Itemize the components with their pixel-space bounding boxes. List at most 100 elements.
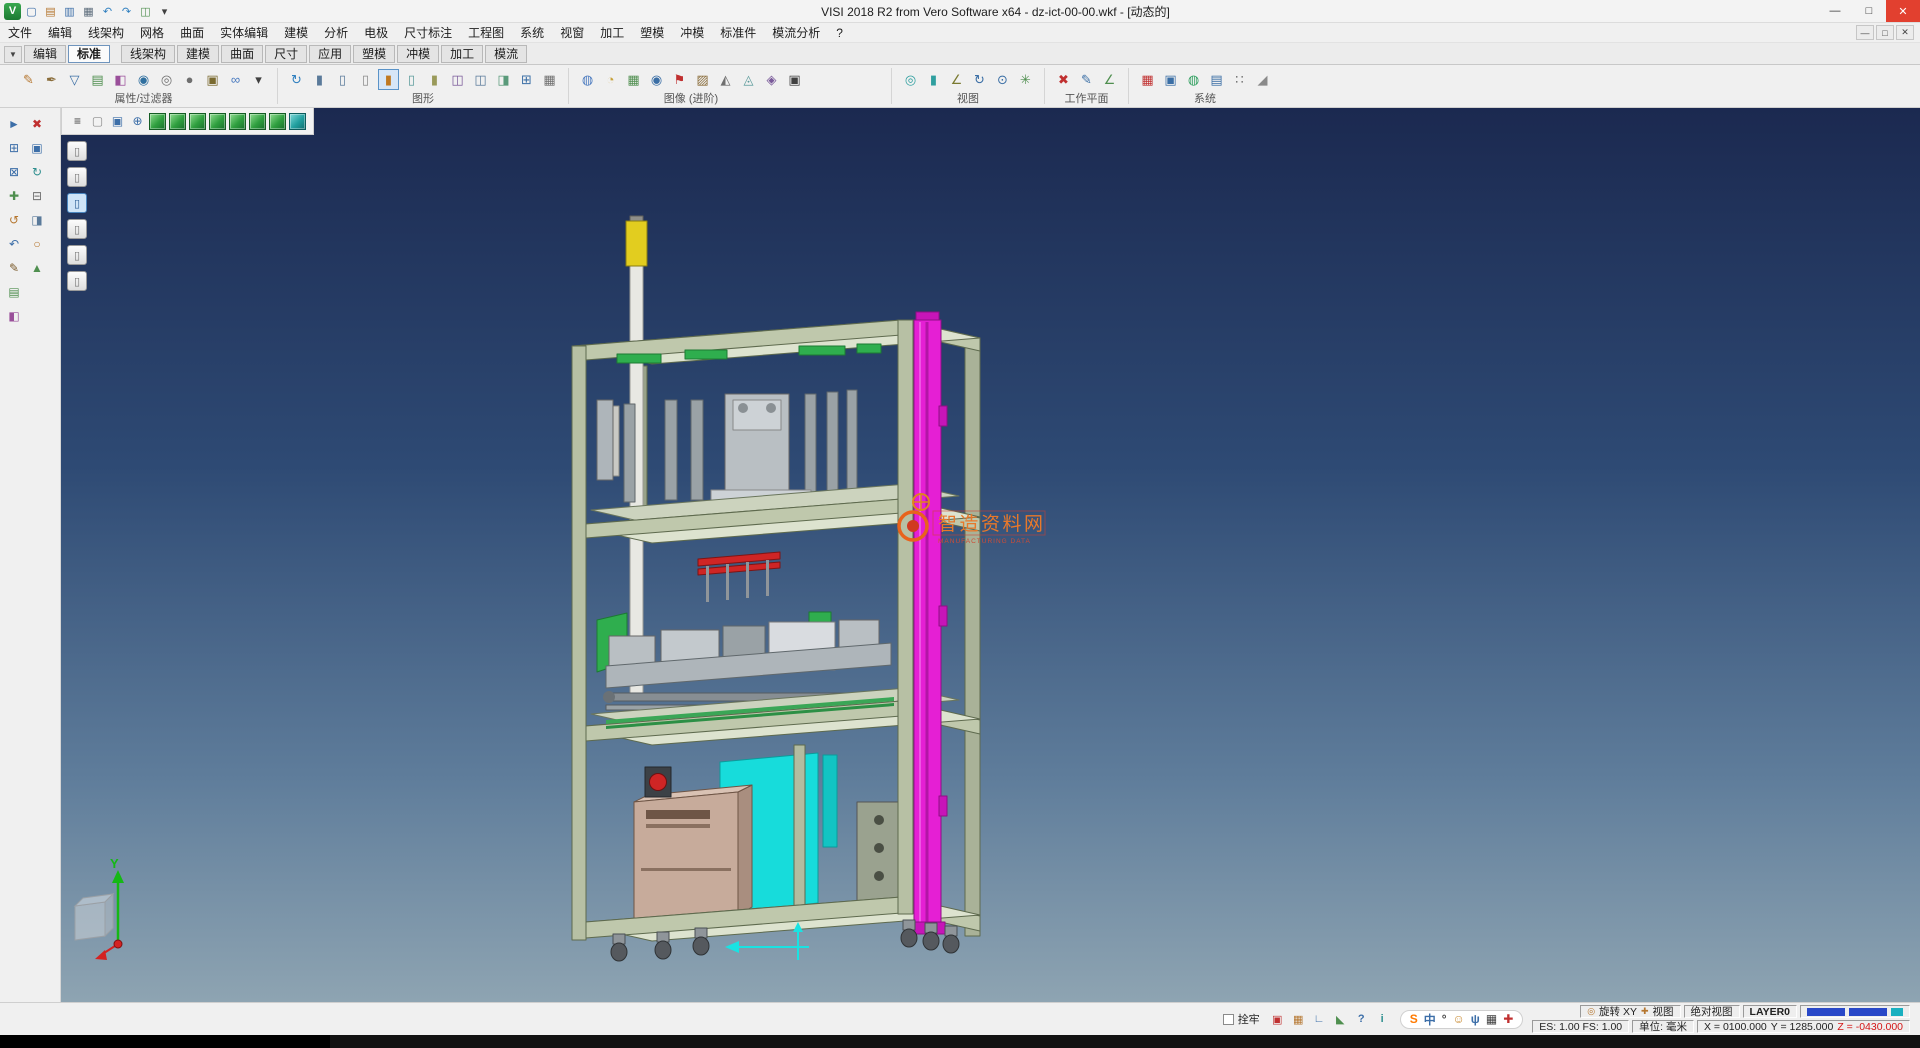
- layers-panel-icon[interactable]: ▤: [5, 283, 23, 301]
- new-window-icon[interactable]: ⊞: [516, 69, 537, 90]
- filter-icon[interactable]: ▽: [64, 69, 85, 90]
- ime-mic-icon[interactable]: ψ: [1471, 1012, 1480, 1026]
- view-cube-iso-icon[interactable]: [149, 113, 166, 130]
- blank-icon[interactable]: ◎: [156, 69, 177, 90]
- view-cube-active-icon[interactable]: [289, 113, 306, 130]
- tabbar-dropdown-icon[interactable]: ▼: [4, 46, 22, 63]
- rotate-view-icon[interactable]: ↻: [969, 69, 990, 90]
- texture-icon[interactable]: ▨: [692, 69, 713, 90]
- units-field[interactable]: 单位: 毫米: [1632, 1020, 1694, 1033]
- workplane-angle-icon[interactable]: ∠: [1099, 69, 1120, 90]
- ortho-toggle-icon[interactable]: ∟: [1311, 1011, 1328, 1028]
- background-icon[interactable]: ◉: [646, 69, 667, 90]
- delete-workplane-icon[interactable]: ✖: [1053, 69, 1074, 90]
- viewport[interactable]: 智造资料网 MANUFACTURING DATA Y ≡▢▣⊕: [61, 108, 1920, 1002]
- properties-icon[interactable]: ▣: [28, 139, 46, 157]
- layer-color-2[interactable]: [1849, 1008, 1887, 1016]
- snap-icon[interactable]: ▲: [28, 259, 46, 277]
- views-panel-button[interactable]: ▯: [67, 271, 87, 291]
- measure-icon[interactable]: ∠: [946, 69, 967, 90]
- ime-keyboard-icon[interactable]: ▦: [1486, 1012, 1497, 1026]
- plot-icon[interactable]: ◫: [137, 3, 154, 20]
- redo-icon[interactable]: ↷: [118, 3, 135, 20]
- minimize-button[interactable]: —: [1818, 0, 1852, 22]
- grid-view-icon[interactable]: ▦: [539, 69, 560, 90]
- camera-icon[interactable]: ◈: [761, 69, 782, 90]
- delete-icon[interactable]: ✖: [28, 115, 46, 133]
- view-cube-back-icon[interactable]: [229, 113, 246, 130]
- refresh-view-icon[interactable]: ✳: [1015, 69, 1036, 90]
- ghost-mode-icon[interactable]: ▮: [424, 69, 445, 90]
- close-button[interactable]: ✕: [1886, 0, 1920, 22]
- grid-toggle-icon[interactable]: ▦: [1290, 1011, 1307, 1028]
- snapshot-icon[interactable]: ▣: [784, 69, 805, 90]
- point-icon[interactable]: ○: [28, 235, 46, 253]
- absolute-view-field[interactable]: 绝对视图: [1684, 1005, 1740, 1018]
- save-document-icon[interactable]: ▥: [61, 3, 78, 20]
- previous-view-icon[interactable]: ↶: [5, 235, 23, 253]
- view-cube-left-icon[interactable]: [249, 113, 266, 130]
- select-chain-icon[interactable]: ∞: [225, 69, 246, 90]
- view-cube-bottom-icon[interactable]: [269, 113, 286, 130]
- select-arrow-icon[interactable]: ►: [5, 115, 23, 133]
- pan-view-icon[interactable]: ✚: [5, 187, 23, 205]
- materials-icon[interactable]: ▦: [623, 69, 644, 90]
- maximize-button[interactable]: □: [1852, 0, 1886, 22]
- layer-color-3[interactable]: [1891, 1008, 1903, 1016]
- new-document-icon[interactable]: ▢: [23, 3, 40, 20]
- color-filter-icon[interactable]: ◧: [110, 69, 131, 90]
- history-panel-button[interactable]: ▯: [67, 167, 87, 187]
- dynamic-rotate-icon[interactable]: ↻: [286, 69, 307, 90]
- flag-icon[interactable]: ⚑: [669, 69, 690, 90]
- features-panel-button[interactable]: ▯: [67, 219, 87, 239]
- lock-toggle[interactable]: 拴牢: [1223, 1011, 1260, 1027]
- view-cube-front-icon[interactable]: [189, 113, 206, 130]
- ime-toolbox-icon[interactable]: ✚: [1503, 1012, 1513, 1026]
- shade-toggle-icon[interactable]: ◨: [28, 211, 46, 229]
- doc-minimize-button[interactable]: —: [1856, 25, 1874, 40]
- globe-icon[interactable]: ◍: [1183, 69, 1204, 90]
- view-blank-icon[interactable]: ▢: [89, 113, 106, 130]
- snap-settings-icon[interactable]: ▣: [1269, 1011, 1286, 1028]
- center-view-icon[interactable]: ⊙: [992, 69, 1013, 90]
- clipboard-panel-button[interactable]: ▯: [67, 141, 87, 161]
- qat-dropdown-icon[interactable]: ▾: [156, 3, 173, 20]
- lights-icon[interactable]: ◔: [600, 69, 621, 90]
- undo-icon[interactable]: ↶: [99, 3, 116, 20]
- ramp-icon[interactable]: ◢: [1252, 69, 1273, 90]
- iso-view-icon[interactable]: ◎: [900, 69, 921, 90]
- transparent-mode-icon[interactable]: ▯: [401, 69, 422, 90]
- table-icon[interactable]: ▤: [1206, 69, 1227, 90]
- visibility-icon[interactable]: ◉: [133, 69, 154, 90]
- edit-workplane-icon[interactable]: ✎: [1076, 69, 1097, 90]
- hide-element-icon[interactable]: ⊟: [28, 187, 46, 205]
- attributes-icon[interactable]: ✎: [18, 69, 39, 90]
- zoom-window-icon[interactable]: ⊞: [5, 139, 23, 157]
- info-status-icon[interactable]: i: [1374, 1011, 1391, 1028]
- ime-emoji-icon[interactable]: ☺: [1453, 1012, 1465, 1026]
- change-attributes-icon[interactable]: ✒: [41, 69, 62, 90]
- view-select-icon[interactable]: ▣: [109, 113, 126, 130]
- view-cube-right-icon[interactable]: [209, 113, 226, 130]
- dynamic-view-icon[interactable]: ▮: [923, 69, 944, 90]
- filter-dropdown-icon[interactable]: ▾: [248, 69, 269, 90]
- shaded-edges-icon[interactable]: ▮: [378, 69, 399, 90]
- view-zoom-icon[interactable]: ⊕: [129, 113, 146, 130]
- print-icon[interactable]: ▦: [80, 3, 97, 20]
- sogou-logo-icon[interactable]: S: [1410, 1012, 1418, 1026]
- unblank-icon[interactable]: ●: [179, 69, 200, 90]
- image-icon[interactable]: ▣: [1160, 69, 1181, 90]
- layer-filter-icon[interactable]: ▤: [87, 69, 108, 90]
- ime-lang-icon[interactable]: 中: [1424, 1011, 1436, 1028]
- notes-panel-button[interactable]: ▯: [67, 245, 87, 265]
- doc-restore-button[interactable]: □: [1876, 25, 1894, 40]
- color-palette-icon[interactable]: ▦: [1137, 69, 1158, 90]
- lock-icon[interactable]: ▣: [202, 69, 223, 90]
- shaded-mode-icon[interactable]: ▮: [309, 69, 330, 90]
- matrix-icon[interactable]: ∷: [1229, 69, 1250, 90]
- color-panel-icon[interactable]: ◧: [5, 307, 23, 325]
- compare-view-icon[interactable]: ◨: [493, 69, 514, 90]
- view-menu-icon[interactable]: ≡: [69, 113, 86, 130]
- viewport-canvas[interactable]: 智造资料网 MANUFACTURING DATA Y: [61, 108, 1920, 1002]
- lock-checkbox[interactable]: [1223, 1014, 1234, 1025]
